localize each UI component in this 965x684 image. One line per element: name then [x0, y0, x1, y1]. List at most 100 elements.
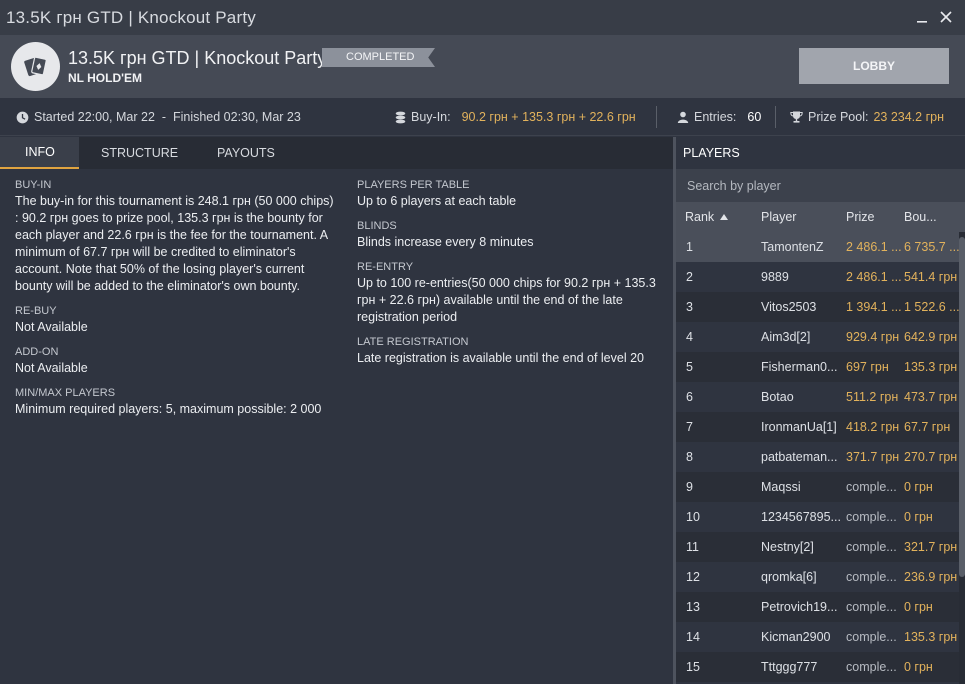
info-column-right: PLAYERS PER TABLE Up to 6 players at eac…	[357, 179, 662, 377]
prize-cell: 2 486.1 ...	[846, 270, 902, 284]
section-text: Blinds increase every 8 minutes	[357, 235, 534, 249]
rebuy-section: RE-BUY Not Available	[15, 305, 340, 336]
rank-cell: 12	[686, 570, 700, 584]
section-text: Not Available	[15, 361, 88, 375]
rank-cell: 13	[686, 600, 700, 614]
prize-pool-info: Prize Pool: 23 234.2 грн	[790, 98, 944, 136]
table-row[interactable]: 11 Nestny[2] comple... 321.7 грн	[676, 532, 965, 562]
bounty-cell: 0 грн	[904, 660, 933, 674]
table-row[interactable]: 10 1234567895... comple... 0 грн	[676, 502, 965, 532]
blinds-section: BLINDS Blinds increase every 8 minutes	[357, 220, 662, 251]
table-row[interactable]: 4 Aim3d[2] 929.4 грн 642.9 грн	[676, 322, 965, 352]
sort-up-icon	[720, 214, 729, 220]
column-rank[interactable]: Rank	[685, 202, 729, 232]
player-cell: qromka[6]	[761, 570, 817, 584]
bounty-cell: 6 735.7 ...	[904, 240, 960, 254]
time-info: Started 22:00, Mar 22 - Finished 02:30, …	[16, 98, 301, 136]
divider	[656, 106, 657, 128]
table-row[interactable]: 6 Botao 511.2 грн 473.7 грн	[676, 382, 965, 412]
cards-icon	[11, 42, 60, 91]
re-entry-section: RE-ENTRY Up to 100 re-entries(50 000 chi…	[357, 261, 662, 326]
player-cell: Nestny[2]	[761, 540, 814, 554]
table-row[interactable]: 14 Kicman2900 comple... 135.3 грн	[676, 622, 965, 652]
prize-cell: comple...	[846, 510, 897, 524]
addon-section: ADD-ON Not Available	[15, 346, 340, 377]
table-row[interactable]: 15 Tttggg777 comple... 0 грн	[676, 652, 965, 682]
rank-cell: 10	[686, 510, 700, 524]
section-heading: LATE REGISTRATION	[357, 336, 469, 348]
late-registration-section: LATE REGISTRATION Late registration is a…	[357, 336, 662, 367]
table-row[interactable]: 1 TamontenZ 2 486.1 ... 6 735.7 ...	[676, 232, 965, 262]
rank-cell: 3	[686, 300, 693, 314]
tab-info[interactable]: INFO	[0, 137, 79, 169]
table-row[interactable]: 12 qromka[6] comple... 236.9 грн	[676, 562, 965, 592]
player-cell: 9889	[761, 270, 789, 284]
section-heading: BLINDS	[357, 220, 397, 232]
table-row[interactable]: 9 Maqssi comple... 0 грн	[676, 472, 965, 502]
bounty-cell: 1 522.6 ...	[904, 300, 960, 314]
table-row[interactable]: 3 Vitos2503 1 394.1 ... 1 522.6 ...	[676, 292, 965, 322]
bounty-cell: 236.9 грн	[904, 570, 958, 584]
bounty-cell: 642.9 грн	[904, 330, 958, 344]
table-row[interactable]: 13 Petrovich19... comple... 0 грн	[676, 592, 965, 622]
lobby-button[interactable]: LOBBY	[799, 48, 949, 84]
player-cell: Petrovich19...	[761, 600, 838, 614]
column-prize[interactable]: Prize	[846, 202, 874, 232]
tournament-header: 13.5K грн GTD | Knockout Party NL HOLD'E…	[0, 35, 965, 98]
tab-bar: INFO STRUCTURE PAYOUTS	[0, 137, 673, 169]
bounty-cell: 270.7 грн	[904, 450, 958, 464]
table-row[interactable]: 2 9889 2 486.1 ... 541.4 грн	[676, 262, 965, 292]
player-search-input[interactable]	[676, 169, 965, 202]
tournament-info-bar: Started 22:00, Mar 22 - Finished 02:30, …	[0, 98, 965, 136]
status-badge: COMPLETED	[322, 48, 435, 67]
buyin-value: 90.2 грн + 135.3 грн + 22.6 грн	[461, 110, 636, 124]
bounty-cell: 0 грн	[904, 600, 933, 614]
buyin-info: Buy-In: 90.2 грн + 135.3 грн + 22.6 грн	[395, 98, 636, 136]
close-icon[interactable]	[935, 6, 957, 28]
prize-cell: comple...	[846, 480, 897, 494]
rank-cell: 5	[686, 360, 693, 374]
player-cell: Vitos2503	[761, 300, 817, 314]
prize-cell: 371.7 грн	[846, 450, 900, 464]
table-row[interactable]: 7 IronmanUa[1] 418.2 грн 67.7 грн	[676, 412, 965, 442]
player-cell: TamontenZ	[761, 240, 824, 254]
rank-cell: 8	[686, 450, 693, 464]
column-bounty[interactable]: Bou...	[904, 202, 937, 232]
entries-info: Entries: 60	[677, 98, 761, 136]
rank-cell: 15	[686, 660, 700, 674]
player-cell: 1234567895...	[761, 510, 841, 524]
section-heading: RE-BUY	[15, 305, 57, 317]
bounty-cell: 135.3 грн	[904, 630, 958, 644]
player-cell: Aim3d[2]	[761, 330, 811, 344]
tournament-title: 13.5K грн GTD | Knockout Party	[68, 48, 327, 68]
bounty-cell: 135.3 грн	[904, 360, 958, 374]
section-text: Up to 100 re-entries(50 000 chips for 90…	[357, 276, 656, 324]
player-cell: Maqssi	[761, 480, 801, 494]
column-player[interactable]: Player	[761, 202, 796, 232]
section-text: Up to 6 players at each table	[357, 194, 517, 208]
coins-icon	[395, 111, 406, 124]
section-heading: BUY-IN	[15, 179, 52, 191]
time-text: Started 22:00, Mar 22 - Finished 02:30, …	[34, 110, 301, 124]
user-icon	[677, 111, 689, 123]
tab-structure[interactable]: STRUCTURE	[101, 137, 178, 169]
prize-cell: comple...	[846, 540, 897, 554]
scrollbar-thumb[interactable]	[959, 237, 965, 577]
rank-cell: 1	[686, 240, 693, 254]
prize-label: Prize Pool:	[808, 110, 869, 124]
player-cell: Tttggg777	[761, 660, 818, 674]
players-per-table-section: PLAYERS PER TABLE Up to 6 players at eac…	[357, 179, 662, 210]
prize-cell: 929.4 грн	[846, 330, 900, 344]
prize-cell: comple...	[846, 630, 897, 644]
players-title: PLAYERS	[676, 137, 965, 169]
table-row[interactable]: 5 Fisherman0... 697 грн 135.3 грн	[676, 352, 965, 382]
player-cell: IronmanUa[1]	[761, 420, 837, 434]
minimize-icon[interactable]	[911, 6, 933, 28]
bounty-cell: 321.7 грн	[904, 540, 958, 554]
prize-cell: comple...	[846, 570, 897, 584]
tab-payouts[interactable]: PAYOUTS	[217, 137, 275, 169]
table-row[interactable]: 8 patbateman... 371.7 грн 270.7 грн	[676, 442, 965, 472]
rank-cell: 2	[686, 270, 693, 284]
players-panel: PLAYERS Rank Player Prize Bou... 1 Tamont…	[676, 137, 965, 684]
column-rank-label: Rank	[685, 210, 715, 224]
